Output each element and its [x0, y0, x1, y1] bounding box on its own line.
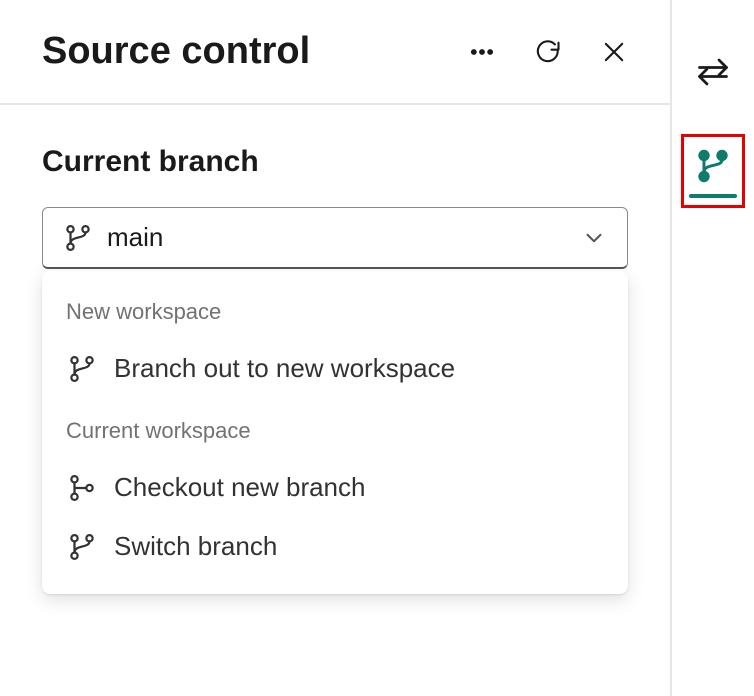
branch-dropdown-label: main	[63, 222, 581, 253]
chevron-down-icon	[581, 225, 607, 251]
panel-title: Source control	[42, 30, 468, 73]
branch-value: main	[107, 222, 163, 253]
close-button[interactable]	[600, 38, 628, 66]
menu-item-label: Checkout new branch	[114, 472, 365, 503]
sync-arrows-icon	[695, 54, 731, 90]
current-branch-label: Current branch	[42, 145, 628, 179]
rail-active-underline	[689, 194, 737, 198]
source-control-panel: Source control	[0, 0, 672, 696]
panel-header: Source control	[0, 0, 670, 105]
branch-dropdown[interactable]: main	[42, 207, 628, 269]
menu-item-checkout-branch[interactable]: Checkout new branch	[42, 458, 628, 517]
refresh-button[interactable]	[534, 38, 562, 66]
more-options-button[interactable]	[468, 38, 496, 66]
branch-icon	[63, 223, 93, 253]
right-rail	[672, 0, 754, 696]
refresh-icon	[534, 38, 562, 66]
branch-icon	[67, 532, 97, 562]
menu-group-new-workspace: New workspace	[42, 289, 628, 339]
branch-alt-icon	[67, 473, 97, 503]
source-control-icon	[695, 148, 731, 184]
header-actions	[468, 38, 628, 66]
ellipsis-icon	[468, 38, 496, 66]
branch-icon	[67, 354, 97, 384]
close-icon	[600, 38, 628, 66]
branch-dropdown-menu: New workspace Branch out to new workspac…	[42, 271, 628, 594]
menu-group-current-workspace: Current workspace	[42, 408, 628, 458]
rail-source-control-button[interactable]	[681, 134, 745, 208]
rail-sync-button[interactable]	[681, 40, 745, 104]
menu-item-label: Branch out to new workspace	[114, 353, 455, 384]
menu-item-branch-out[interactable]: Branch out to new workspace	[42, 339, 628, 398]
menu-item-switch-branch[interactable]: Switch branch	[42, 517, 628, 576]
menu-item-label: Switch branch	[114, 531, 277, 562]
panel-content: Current branch main New workspace	[0, 105, 670, 634]
